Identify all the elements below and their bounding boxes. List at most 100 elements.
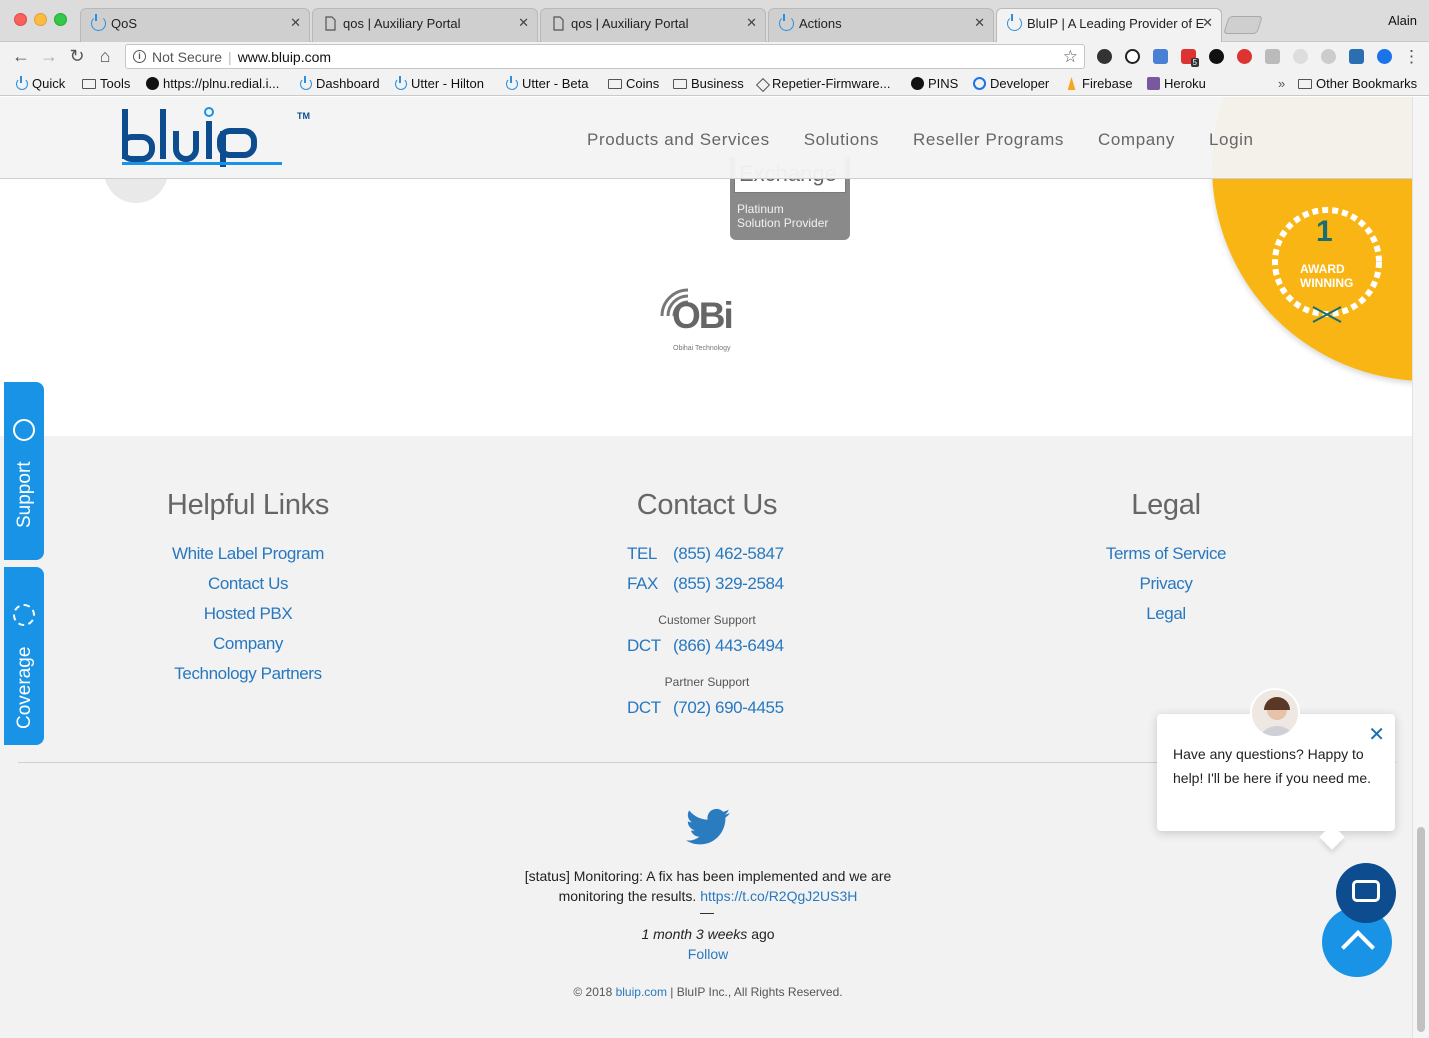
- contact-customer-support[interactable]: DCT (866) 443-6494: [627, 636, 784, 656]
- bookmark-item[interactable]: Repetier-Firmware...: [755, 76, 890, 93]
- bookmark-folder[interactable]: Coins: [608, 76, 659, 91]
- grid-extension-icon[interactable]: [1153, 49, 1168, 64]
- back-arrow-icon[interactable]: ←: [10, 46, 32, 67]
- bookmark-item[interactable]: https://plnu.redial.i...: [146, 76, 279, 91]
- footer-link-legal[interactable]: Legal: [1036, 604, 1296, 624]
- copyright-text: | BluIP Inc., All Rights Reserved.: [670, 985, 843, 999]
- address-bar[interactable]: i Not Secure | www.bluip.com ☆: [125, 44, 1085, 69]
- power-icon: [779, 14, 794, 31]
- browser-tab-bar: QoS ✕ qos | Auxiliary Portal ✕ qos | Aux…: [0, 0, 1429, 42]
- contact-fax[interactable]: FAX (855) 329-2584: [627, 574, 784, 594]
- footer-link-privacy[interactable]: Privacy: [1036, 574, 1296, 594]
- bookmark-star-icon[interactable]: ☆: [1063, 47, 1078, 67]
- close-icon[interactable]: ✕: [1368, 722, 1385, 747]
- calendar-extension-icon[interactable]: 5: [1181, 49, 1199, 67]
- partner-number: (702) 690-4455: [673, 698, 784, 717]
- power-icon: [395, 76, 407, 90]
- bookmark-label: Heroku: [1164, 76, 1206, 91]
- firebase-icon: [1067, 77, 1076, 90]
- browser-tab[interactable]: Actions ✕: [768, 8, 994, 42]
- contact-partner-support[interactable]: DCT (702) 690-4455: [627, 698, 784, 718]
- browser-tab[interactable]: qos | Auxiliary Portal ✕: [540, 8, 766, 42]
- tweet-dash: —: [700, 904, 714, 920]
- home-icon[interactable]: ⌂: [94, 46, 116, 67]
- copyright-link[interactable]: bluip.com: [616, 985, 667, 999]
- footer-link-company[interactable]: Company: [118, 634, 378, 654]
- tel-label: TEL: [627, 544, 657, 563]
- css-extension-icon[interactable]: [1349, 49, 1364, 64]
- blocker-extension-icon[interactable]: [1237, 49, 1252, 64]
- tab-title: Actions: [799, 16, 842, 31]
- footer-link-technology-partners[interactable]: Technology Partners: [118, 664, 378, 684]
- browser-tab[interactable]: qos | Auxiliary Portal ✕: [312, 8, 538, 42]
- browser-tab[interactable]: QoS ✕: [80, 8, 310, 42]
- logo-tm: TM: [297, 111, 310, 121]
- bookmark-item[interactable]: PINS: [911, 76, 958, 91]
- browser-toolbar: ← → ↻ ⌂ i Not Secure | www.bluip.com ☆ 5 ⋮: [0, 42, 1429, 72]
- page-icon: [325, 16, 336, 31]
- moon-extension-icon[interactable]: [1321, 49, 1336, 64]
- bookmark-item[interactable]: Quick: [16, 76, 65, 91]
- tweet-text: [status] Monitoring: A fix has been impl…: [508, 866, 908, 906]
- chat-launcher-button[interactable]: [1336, 863, 1396, 923]
- tweet-time-value: 1 month 3 weeks: [641, 926, 748, 942]
- bookmark-folder[interactable]: Tools: [82, 76, 130, 91]
- bookmark-label: Coins: [626, 76, 660, 91]
- b-extension-icon[interactable]: [1377, 49, 1392, 64]
- nav-reseller-programs[interactable]: Reseller Programs: [913, 130, 1064, 150]
- bookmark-item[interactable]: Heroku: [1147, 76, 1206, 91]
- browser-tab-active[interactable]: BluIP | A Leading Provider of E ✕: [996, 8, 1222, 42]
- main-nav: Products and Services Solutions Reseller…: [587, 130, 1254, 150]
- contact-tel[interactable]: TEL (855) 462-5847: [627, 544, 784, 564]
- grammarly-icon[interactable]: [1265, 49, 1280, 64]
- new-tab-button[interactable]: [1223, 16, 1263, 34]
- bookmark-label: Business: [691, 76, 744, 91]
- nav-company[interactable]: Company: [1098, 130, 1175, 150]
- tab-close-icon[interactable]: ✕: [746, 15, 757, 31]
- twitter-bird-icon[interactable]: [686, 808, 730, 846]
- footer-link-hosted-pbx[interactable]: Hosted PBX: [118, 604, 378, 624]
- bookmark-item[interactable]: Utter - Hilton: [395, 76, 484, 91]
- footer-link-contact-us[interactable]: Contact Us: [118, 574, 378, 594]
- footer-link-white-label[interactable]: White Label Program: [118, 544, 378, 564]
- tab-close-icon[interactable]: ✕: [974, 15, 985, 31]
- bookmark-item[interactable]: Developer: [973, 76, 1049, 91]
- browser-menu-icon[interactable]: ⋮: [1403, 47, 1420, 67]
- reload-icon[interactable]: ↻: [66, 46, 88, 67]
- maximize-window-button[interactable]: [54, 13, 67, 26]
- folder-icon: [82, 79, 96, 89]
- badge-icon: [146, 77, 159, 90]
- onepassword-icon[interactable]: [1209, 49, 1224, 64]
- tab-close-icon[interactable]: ✕: [518, 15, 529, 31]
- footer-link-terms[interactable]: Terms of Service: [1036, 544, 1296, 564]
- nav-login[interactable]: Login: [1209, 130, 1254, 150]
- bluip-logo[interactable]: [122, 107, 322, 171]
- bookmarks-overflow-button[interactable]: »: [1278, 76, 1285, 91]
- bookmark-item[interactable]: Dashboard: [300, 76, 380, 91]
- bookmark-folder[interactable]: Business: [673, 76, 744, 91]
- coverage-side-tab[interactable]: Coverage: [4, 567, 44, 745]
- lifebuoy-icon: [13, 419, 35, 441]
- nav-products-services[interactable]: Products and Services: [587, 130, 770, 150]
- bookmark-item[interactable]: Firebase: [1065, 76, 1133, 91]
- customer-support-caption: Customer Support: [658, 613, 756, 627]
- support-side-tab[interactable]: Support: [4, 382, 44, 560]
- close-window-button[interactable]: [14, 13, 27, 26]
- sync-icon[interactable]: [1125, 49, 1140, 64]
- bookmark-item[interactable]: Utter - Beta: [506, 76, 588, 91]
- tab-close-icon[interactable]: ✕: [290, 15, 301, 31]
- profile-name[interactable]: Alain: [1388, 13, 1417, 28]
- extension-icon[interactable]: [1097, 49, 1112, 64]
- minimize-window-button[interactable]: [34, 13, 47, 26]
- nav-solutions[interactable]: Solutions: [804, 130, 879, 150]
- tab-close-icon[interactable]: ✕: [1202, 15, 1213, 31]
- page-scrollbar[interactable]: [1412, 97, 1429, 1038]
- tweet-link[interactable]: https://t.co/R2QgJ2US3H: [700, 888, 857, 904]
- forward-arrow-icon[interactable]: →: [38, 46, 60, 67]
- scrollbar-thumb[interactable]: [1417, 827, 1425, 1032]
- other-bookmarks-folder[interactable]: Other Bookmarks: [1298, 76, 1417, 91]
- info-icon[interactable]: i: [133, 50, 146, 63]
- twitter-follow-link[interactable]: Follow: [508, 946, 908, 962]
- ghost-extension-icon[interactable]: [1293, 49, 1308, 64]
- bookmark-label: Tools: [100, 76, 131, 91]
